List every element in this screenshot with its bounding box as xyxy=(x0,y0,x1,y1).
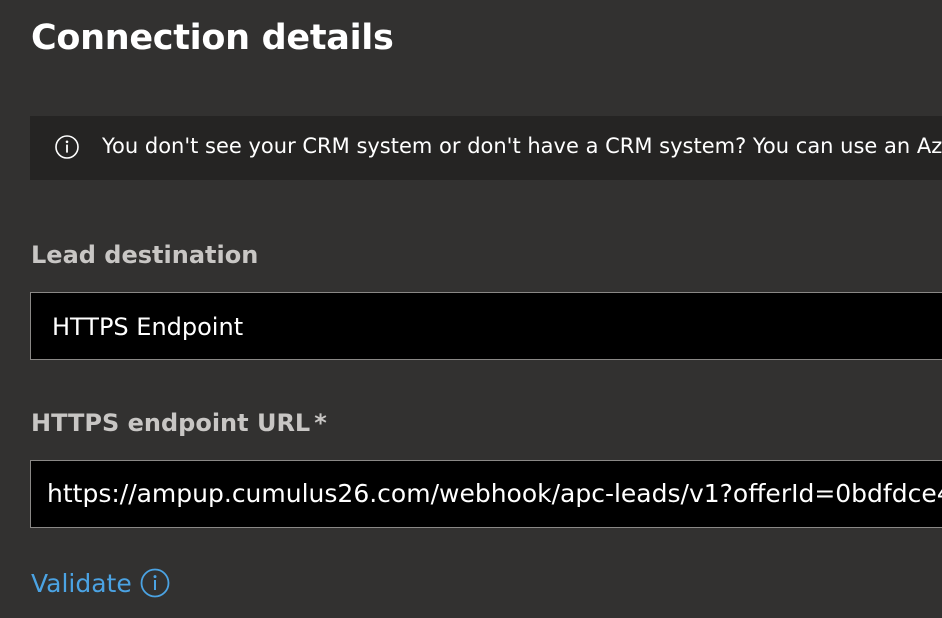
lead-destination-select[interactable]: HTTPS Endpoint xyxy=(30,292,942,360)
connection-details-page: Connection details You don't see your CR… xyxy=(0,0,942,618)
lead-destination-value: HTTPS Endpoint xyxy=(52,313,244,341)
https-endpoint-url-input[interactable]: https://ampup.cumulus26.com/webhook/apc-… xyxy=(47,479,942,508)
https-endpoint-url-label-text: HTTPS endpoint URL xyxy=(31,409,311,437)
info-message-text: You don't see your CRM system or don't h… xyxy=(102,134,942,158)
https-endpoint-url-label: HTTPS endpoint URL * xyxy=(31,409,327,437)
info-message-bar: You don't see your CRM system or don't h… xyxy=(30,116,942,180)
info-icon xyxy=(55,135,79,159)
validate-link[interactable]: Validate xyxy=(31,569,132,598)
info-icon[interactable] xyxy=(140,568,170,598)
page-title: Connection details xyxy=(31,18,394,58)
https-endpoint-url-field[interactable]: https://ampup.cumulus26.com/webhook/apc-… xyxy=(30,460,942,528)
validate-row: Validate xyxy=(31,568,170,598)
required-marker: * xyxy=(314,409,327,437)
lead-destination-label: Lead destination xyxy=(31,241,259,269)
